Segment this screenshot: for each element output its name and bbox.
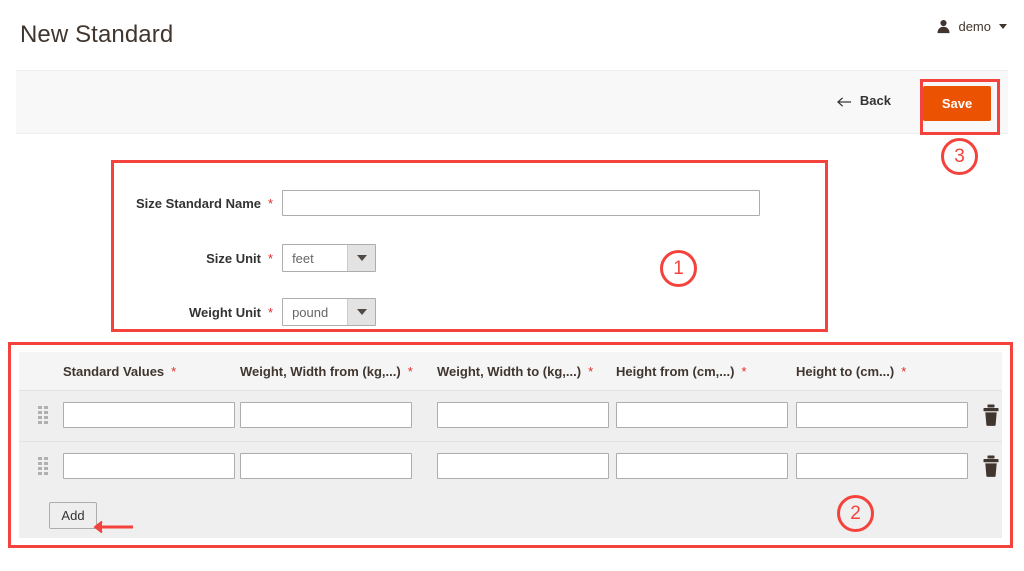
size-standard-name-input[interactable] (282, 190, 761, 216)
field-size-standard-name: Size Standard Name * (111, 190, 761, 216)
required-marker: * (741, 364, 747, 379)
user-name: demo (958, 19, 991, 34)
arrow-left-icon (836, 95, 852, 107)
annotation-marker-3: 3 (941, 138, 978, 175)
row-input-height-from[interactable] (616, 453, 788, 479)
row-input-height-to[interactable] (796, 453, 968, 479)
column-header-weight-width-from: Weight, Width from (kg,...) * (240, 364, 422, 379)
row-input-weight-width-to[interactable] (437, 453, 609, 479)
basic-fieldset: Size Standard Name * Size Unit * feet We… (111, 160, 828, 332)
column-header-standard-values: Standard Values * (63, 364, 185, 379)
column-label: Weight, Width from (kg,...) (240, 364, 401, 379)
page-title: New Standard (20, 21, 174, 48)
field-size-unit: Size Unit * feet (111, 244, 377, 272)
page-header: New Standard demo (0, 0, 1024, 70)
size-unit-label: Size Unit (206, 250, 261, 266)
row-input-standard-values[interactable] (63, 453, 235, 479)
weight-unit-select[interactable]: pound (282, 298, 377, 326)
row-input-standard-values[interactable] (63, 402, 235, 428)
column-header-height-to: Height to (cm...) * (796, 364, 915, 379)
required-marker: * (268, 195, 274, 211)
table-row (19, 442, 1002, 493)
save-button[interactable]: Save (923, 86, 991, 121)
weight-unit-label: Weight Unit (189, 304, 261, 320)
chevron-down-icon[interactable] (347, 299, 376, 325)
back-button[interactable]: Back (836, 93, 891, 108)
row-input-height-from[interactable] (616, 402, 788, 428)
required-marker: * (588, 364, 594, 379)
required-marker: * (901, 364, 907, 379)
column-label: Weight, Width to (kg,...) (437, 364, 582, 379)
chevron-down-icon (999, 24, 1007, 29)
delete-row-button[interactable] (982, 404, 1000, 426)
grid-footer: Add (19, 492, 1002, 538)
required-marker: * (268, 304, 274, 320)
column-label: Standard Values (63, 364, 165, 379)
add-button[interactable]: Add (49, 502, 97, 529)
drag-handle-icon[interactable] (38, 406, 49, 425)
required-marker: * (171, 364, 177, 379)
size-standard-name-label: Size Standard Name (136, 195, 261, 211)
chevron-down-icon[interactable] (347, 245, 376, 271)
required-marker: * (268, 250, 274, 266)
delete-row-button[interactable] (982, 455, 1000, 477)
required-marker: * (407, 364, 413, 379)
column-label: Height to (cm...) (796, 364, 895, 379)
table-row (19, 391, 1002, 442)
column-header-height-from: Height from (cm,...) * (616, 364, 756, 379)
grid-header-row: Standard Values * Weight, Width from (kg,… (19, 352, 1002, 391)
row-input-weight-width-from[interactable] (240, 453, 412, 479)
field-weight-unit: Weight Unit * pound (111, 298, 377, 326)
column-header-weight-width-to: Weight, Width to (kg,...) * (437, 364, 602, 379)
size-unit-value: feet (292, 250, 314, 266)
column-label: Height from (cm,...) (616, 364, 735, 379)
back-label: Back (859, 93, 891, 108)
row-input-height-to[interactable] (796, 402, 968, 428)
row-input-weight-width-from[interactable] (240, 402, 412, 428)
drag-handle-icon[interactable] (38, 457, 49, 476)
user-menu[interactable]: demo (936, 19, 1007, 34)
page-actions-toolbar: Back Save (16, 70, 1008, 134)
row-input-weight-width-to[interactable] (437, 402, 609, 428)
user-icon (936, 19, 951, 34)
weight-unit-value: pound (292, 304, 329, 320)
size-unit-select[interactable]: feet (282, 244, 377, 272)
grid-inner: Standard Values * Weight, Width from (kg,… (19, 352, 1002, 538)
standard-values-grid: Standard Values * Weight, Width from (kg,… (8, 342, 1013, 548)
